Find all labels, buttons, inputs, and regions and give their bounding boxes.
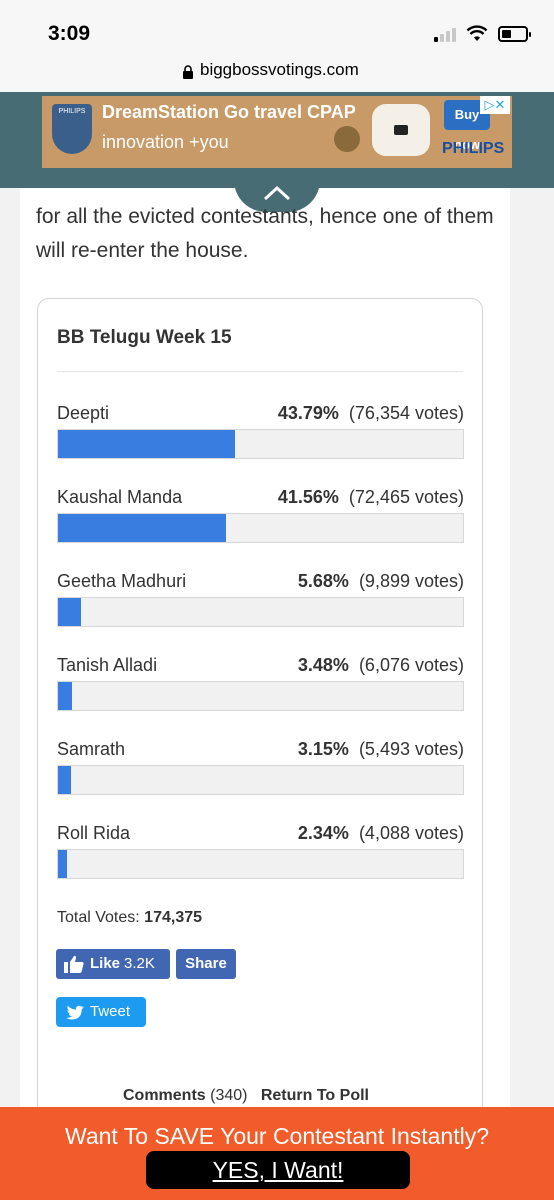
result-bar (57, 429, 464, 459)
poll-option: Geetha Madhuri 5.68% (9,899 votes) (57, 571, 464, 635)
result-bar (57, 849, 464, 879)
return-to-poll-link[interactable]: Return To Poll (261, 1087, 369, 1104)
option-name: Geetha Madhuri (57, 571, 187, 591)
option-votes: (5,493 votes) (358, 739, 464, 759)
lock-icon (183, 65, 193, 79)
comments-count: (340) (210, 1087, 248, 1104)
twitter-bird-icon (66, 1005, 84, 1020)
option-percent: 2.34% (297, 823, 349, 843)
status-bar: 3:09 (0, 0, 554, 60)
promo-text: Want To SAVE Your Contestant Instantly? (64, 1123, 490, 1149)
ad-choices-close-icon[interactable]: ▷✕ (480, 96, 510, 114)
option-name: Deepti (57, 403, 110, 423)
ad-brand: PHILIPS (442, 140, 505, 157)
sticky-promo-banner: Want To SAVE Your Contestant Instantly? … (0, 1107, 554, 1200)
option-percent: 5.68% (297, 571, 349, 591)
poll-title: BB Telugu Week 15 (57, 327, 232, 348)
facebook-share-button[interactable]: Share (176, 949, 236, 979)
cellular-signal-icon (434, 28, 460, 42)
option-name: Roll Rida (57, 823, 131, 843)
result-bar (57, 765, 464, 795)
option-name: Kaushal Manda (57, 487, 183, 507)
total-votes-label: Total Votes: (57, 909, 140, 926)
result-bar-fill (58, 682, 73, 710)
yes-i-want-button[interactable]: YES, I Want! (146, 1151, 410, 1189)
battery-icon (498, 26, 531, 42)
result-bar-fill (58, 598, 81, 626)
result-bar (57, 513, 464, 543)
option-votes: (76,354 votes) (348, 403, 464, 423)
comments-link[interactable]: Comments (123, 1087, 206, 1104)
status-time: 3:09 (48, 22, 91, 45)
result-bar (57, 597, 464, 627)
thumbs-up-icon (64, 955, 84, 973)
option-percent: 43.79% (277, 403, 339, 423)
option-votes: (6,076 votes) (358, 655, 464, 675)
poll-option: Roll Rida 2.34% (4,088 votes) (57, 823, 464, 887)
wifi-icon (466, 25, 488, 41)
ad-tagline: innovation +you (102, 132, 229, 152)
like-label: Like (90, 955, 121, 972)
poll-option: Samrath 3.15% (5,493 votes) (57, 739, 464, 803)
option-votes: (4,088 votes) (358, 823, 464, 843)
tweet-button[interactable]: Tweet (56, 997, 146, 1027)
option-name: Tanish Alladi (57, 655, 158, 675)
option-percent: 3.15% (297, 739, 349, 759)
poll-option: Deepti 43.79% (76,354 votes) (57, 403, 464, 467)
result-bar-fill (58, 850, 68, 878)
total-votes-value: 174,375 (144, 909, 203, 926)
divider (57, 371, 463, 372)
facebook-like-button[interactable]: Like 3.2K (56, 949, 170, 979)
poll-option: Kaushal Manda 41.56% (72,465 votes) (57, 487, 464, 551)
option-percent: 3.48% (297, 655, 349, 675)
poll-widget: BB Telugu Week 15 Deepti 43.79% (76,354 … (37, 298, 483, 1120)
poll-option: Tanish Alladi 3.48% (6,076 votes) (57, 655, 464, 719)
result-bar-fill (58, 766, 71, 794)
ad-badge-icon (334, 126, 360, 152)
tweet-label: Tweet (90, 1003, 131, 1020)
ad-headline: DreamStation Go travel CPAP (102, 102, 356, 122)
cpap-device-image (372, 104, 430, 156)
url-text: biggbossvotings.com (200, 60, 359, 79)
total-votes: Total Votes: 174,375 (57, 909, 202, 927)
like-count: 3.2K (124, 955, 155, 972)
result-bar (57, 681, 464, 711)
option-votes: (72,465 votes) (348, 487, 464, 507)
result-bar-fill (58, 430, 236, 458)
option-percent: 41.56% (277, 487, 339, 507)
advertisement[interactable]: PHILIPS DreamStation Go travel CPAP inno… (42, 96, 512, 168)
philips-shield-logo: PHILIPS (52, 104, 92, 154)
result-bar-fill (58, 514, 227, 542)
option-votes: (9,899 votes) (358, 571, 464, 591)
address-bar[interactable]: biggbossvotings.com (0, 60, 554, 92)
article-paragraph: for all the evicted contestants, hence o… (36, 205, 494, 262)
option-name: Samrath (57, 739, 126, 759)
